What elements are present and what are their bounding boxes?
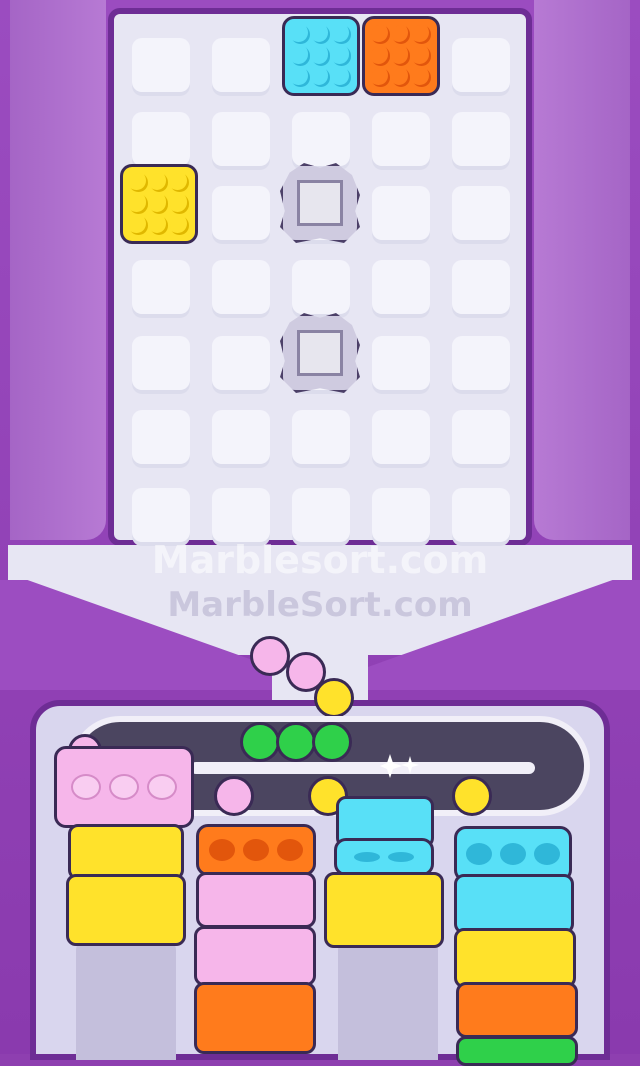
holder-slot	[388, 852, 414, 862]
box-marble	[149, 173, 169, 193]
grid-cell[interactable]	[372, 112, 430, 170]
stone-obstacle-center	[297, 180, 343, 226]
board-left-wall	[10, 0, 106, 540]
box-marble	[291, 25, 310, 45]
box-marble	[371, 46, 390, 66]
yellow-block[interactable]	[324, 872, 444, 948]
box-marble	[149, 215, 169, 235]
box-marble	[412, 46, 431, 66]
grid-cell[interactable]	[212, 38, 270, 96]
orange-marble-box[interactable]	[362, 16, 440, 96]
pink-block[interactable]	[194, 926, 316, 986]
grid-cell[interactable]	[132, 336, 190, 394]
stone-obstacle	[280, 313, 360, 393]
box-marble	[129, 215, 148, 235]
grid-cell[interactable]	[132, 112, 190, 170]
grid-cell[interactable]	[292, 260, 350, 318]
holder-slot	[209, 839, 235, 861]
grid-cell[interactable]	[452, 38, 510, 96]
grid-cell[interactable]	[292, 410, 350, 468]
holder-slot	[534, 843, 560, 865]
yellow-block[interactable]	[454, 928, 576, 988]
lane-3	[338, 940, 438, 1060]
box-marble	[170, 173, 189, 193]
box-marble	[332, 67, 351, 87]
board-right-wall	[534, 0, 630, 540]
marble-green	[240, 722, 280, 762]
holder-slot	[500, 843, 526, 865]
grid-cell[interactable]	[132, 410, 190, 468]
conveyor-rail	[190, 762, 535, 774]
grid-cell[interactable]	[452, 112, 510, 170]
box-marble	[371, 25, 390, 45]
grid-cell[interactable]	[292, 112, 350, 170]
box-marble	[391, 46, 411, 66]
box-marble	[129, 173, 148, 193]
grid-cell[interactable]	[132, 38, 190, 96]
stone-obstacle-center	[297, 330, 343, 376]
marble-green	[276, 722, 316, 762]
grid-cell[interactable]	[212, 260, 270, 318]
box-marble	[149, 194, 169, 214]
orange-holder[interactable]	[196, 824, 316, 876]
orange-block[interactable]	[456, 982, 578, 1038]
marble-green	[312, 722, 352, 762]
grid-cell[interactable]	[372, 410, 430, 468]
pink-holder[interactable]	[54, 746, 194, 828]
box-marble	[391, 67, 411, 87]
stone-obstacle	[280, 163, 360, 243]
grid-cell[interactable]	[452, 336, 510, 394]
cyan-block[interactable]	[454, 874, 574, 934]
grid-cell[interactable]	[372, 186, 430, 244]
cyan-holder[interactable]	[334, 838, 434, 876]
box-marble	[291, 67, 310, 87]
box-marble	[311, 46, 331, 66]
yellow-marble-box[interactable]	[120, 164, 198, 244]
grid-cell[interactable]	[452, 410, 510, 468]
holder-slot	[466, 843, 492, 865]
holder-slot	[71, 774, 101, 800]
box-marble	[291, 46, 310, 66]
holder-slot	[109, 774, 139, 800]
marble-pink	[214, 776, 254, 816]
holder-slot	[147, 774, 177, 800]
marble-yellow	[452, 776, 492, 816]
box-marble	[332, 46, 351, 66]
marble-pink	[250, 636, 290, 676]
yellow-block[interactable]	[66, 874, 186, 946]
marble-yellow	[314, 678, 354, 718]
box-marble	[311, 25, 331, 45]
sparkle-icon	[380, 752, 420, 780]
box-marble	[371, 67, 390, 87]
box-marble	[170, 215, 189, 235]
grid-cell[interactable]	[212, 410, 270, 468]
pink-block[interactable]	[196, 872, 316, 928]
grid-cell[interactable]	[212, 336, 270, 394]
holder-slot	[243, 839, 269, 861]
cyan-marble-box[interactable]	[282, 16, 360, 96]
grid-cell[interactable]	[452, 260, 510, 318]
orange-block[interactable]	[194, 982, 316, 1054]
box-marble	[332, 25, 351, 45]
box-marble	[412, 25, 431, 45]
grid-cell[interactable]	[212, 112, 270, 170]
box-marble	[391, 25, 411, 45]
watermark-primary: Marblesort.com	[151, 538, 489, 582]
watermark-secondary: MarbleSort.com	[167, 585, 473, 625]
holder-slot	[354, 852, 380, 862]
yellow-block[interactable]	[68, 824, 184, 880]
box-marble	[129, 194, 148, 214]
grid-cell[interactable]	[132, 260, 190, 318]
holder-slot	[277, 839, 303, 861]
box-marble	[412, 67, 431, 87]
grid-cell[interactable]	[372, 336, 430, 394]
box-marble	[170, 194, 189, 214]
box-marble	[311, 67, 331, 87]
grid-cell[interactable]	[212, 186, 270, 244]
grid-cell[interactable]	[452, 186, 510, 244]
green-block[interactable]	[456, 1036, 578, 1066]
grid-cell[interactable]	[372, 260, 430, 318]
lane-1	[76, 940, 176, 1060]
